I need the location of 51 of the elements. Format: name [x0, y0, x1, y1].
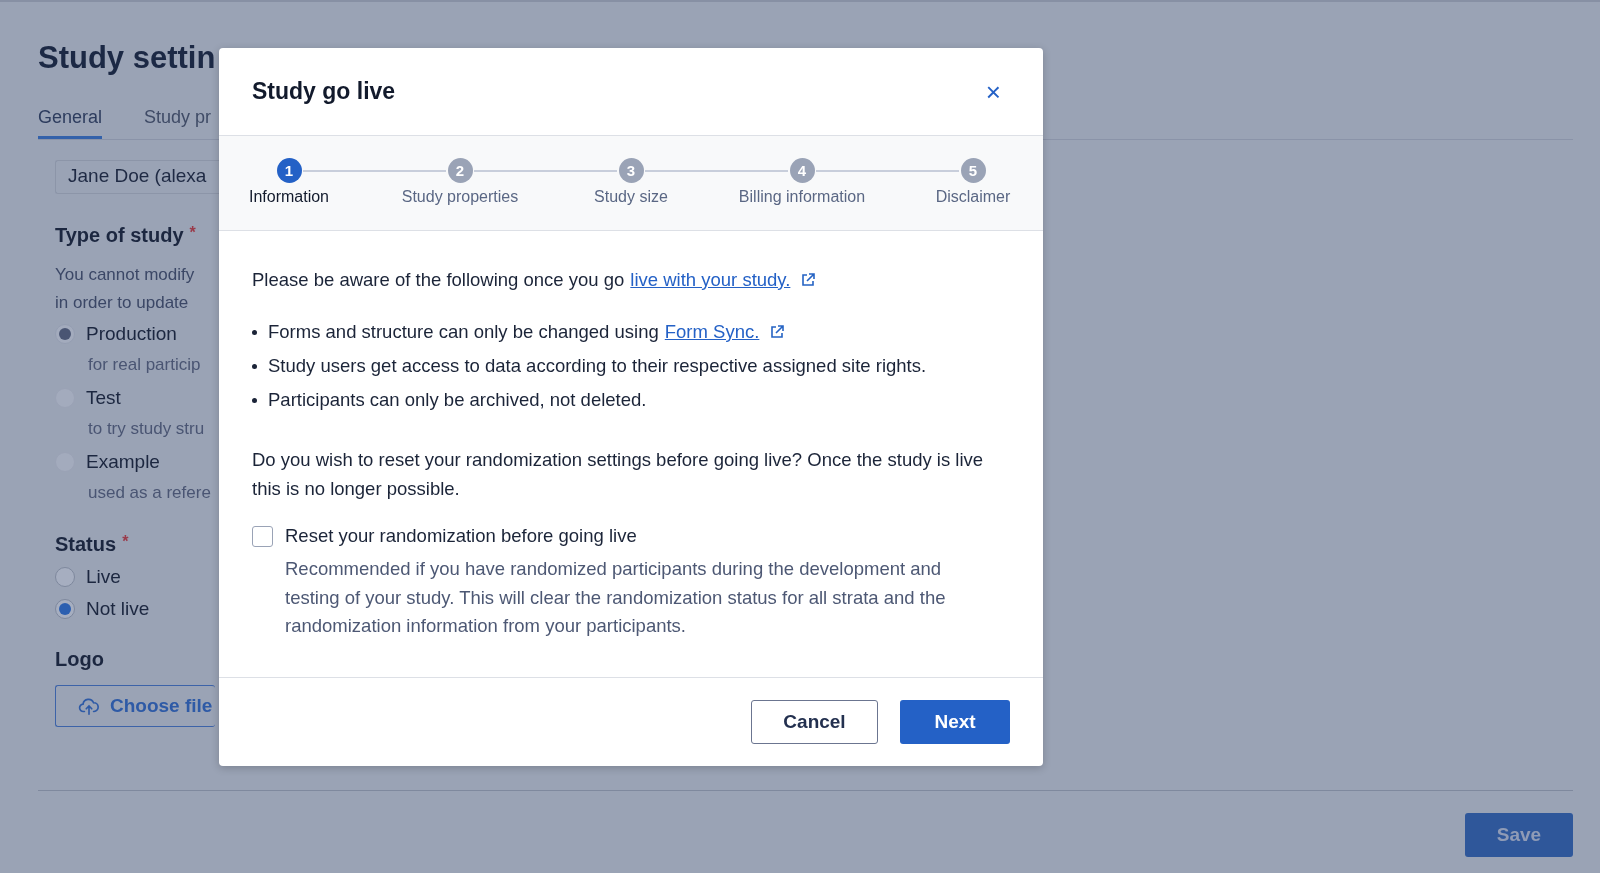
checkbox-description: Recommended if you have randomized participants during the development and testing of your study. This will clear the randomization status for all strata and the randomization information from your participants. — [285, 557, 947, 638]
section-label: Status — [55, 533, 117, 556]
radio-label: Not live — [86, 598, 150, 620]
section-label: Type of study — [55, 224, 184, 247]
link[interactable]: live with your study. — [630, 269, 791, 291]
description-text: in order to update — [55, 292, 190, 314]
step-number[interactable]: 4 — [789, 158, 815, 183]
bullet-icon — [252, 330, 257, 335]
tab[interactable]: General — [38, 106, 103, 139]
link[interactable]: Form Sync. — [664, 321, 760, 343]
option-hint: used as a refere — [88, 483, 212, 503]
bullet-text: Forms and structure can only be changed using — [268, 321, 659, 343]
bullet-text: Study users get access to data according to their respective assigned site rights. — [268, 355, 927, 377]
step-number[interactable]: 2 — [447, 158, 473, 183]
step-label: Study properties — [401, 188, 519, 206]
radio-button[interactable] — [55, 599, 75, 619]
external-link-icon — [800, 272, 817, 288]
bullet-icon — [252, 364, 257, 369]
step-label: Study size — [594, 188, 668, 206]
bullet-icon — [252, 398, 257, 403]
section-label: Logo — [55, 648, 104, 671]
page-title: Study settin — [38, 40, 217, 76]
required-mark: * — [189, 224, 196, 243]
question-text: Do you wish to reset your randomization settings before going live? Once the study is live this is no longer possible. — [252, 448, 985, 501]
save-button[interactable]: Save — [1465, 813, 1573, 857]
required-mark: * — [122, 533, 129, 552]
radio-label: Example — [86, 451, 160, 473]
checkbox[interactable] — [252, 525, 273, 547]
tab[interactable]: Study pr — [144, 106, 212, 139]
step-label: Billing information — [738, 188, 866, 206]
option-hint: to try study stru — [88, 419, 206, 439]
external-link-icon — [769, 324, 786, 340]
description-text: You cannot modify — [55, 264, 196, 286]
step-number[interactable]: 3 — [618, 158, 644, 183]
choose-file-button[interactable]: Choose file — [55, 685, 215, 727]
next-button[interactable]: Next — [900, 699, 1010, 744]
radio-label: Live — [86, 566, 121, 588]
checkbox-label: Reset your randomization before going live — [285, 525, 637, 547]
cancel-button[interactable]: Cancel — [751, 699, 878, 744]
radio-button[interactable] — [55, 567, 75, 587]
option-hint: for real particip — [88, 355, 202, 375]
step-number[interactable]: 1 — [276, 158, 302, 183]
intro-text: Please be aware of the following once you go — [252, 269, 625, 291]
step-number[interactable]: 5 — [960, 158, 986, 183]
step-label: Information — [248, 188, 329, 206]
bullet-text: Participants can only be archived, not deleted. — [268, 389, 647, 411]
radio-label: Production — [86, 323, 177, 345]
radio-label: Test — [86, 387, 121, 409]
step-label: Disclaimer — [935, 188, 1011, 206]
close-button[interactable]: × — [981, 78, 1005, 105]
dialog-title: Study go live — [252, 78, 396, 105]
